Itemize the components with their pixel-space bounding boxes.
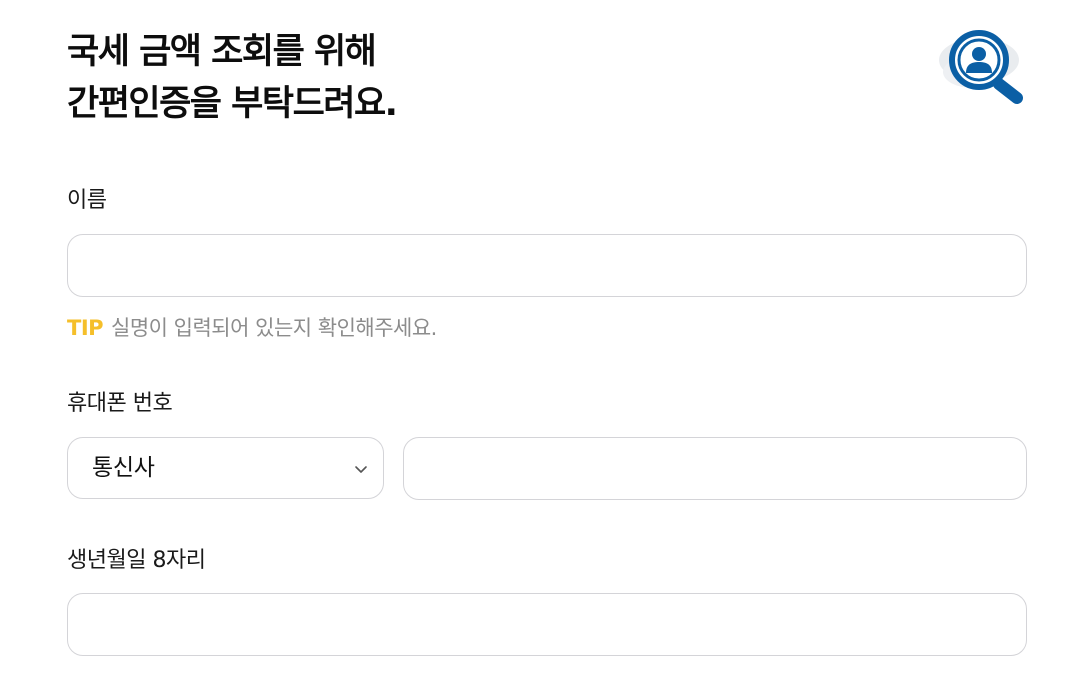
chevron-down-icon bbox=[355, 466, 367, 473]
tip-badge: TIP bbox=[67, 316, 104, 340]
user-search-icon bbox=[937, 28, 1029, 112]
phone-label: 휴대폰 번호 bbox=[67, 391, 173, 416]
carrier-select-value: 통신사 bbox=[92, 455, 155, 481]
page-title-line-1: 국세 금액 조회를 위해 bbox=[67, 32, 377, 72]
name-label: 이름 bbox=[67, 188, 107, 213]
birthdate-label: 생년월일 8자리 bbox=[67, 548, 206, 573]
tip-text: 실명이 입력되어 있는지 확인해주세요. bbox=[111, 316, 437, 340]
page-title-line-2: 간편인증을 부탁드려요. bbox=[67, 84, 398, 124]
page-title: 국세 금액 조회를 위해 간편인증을 부탁드려요. bbox=[67, 26, 398, 130]
birthdate-input[interactable] bbox=[67, 593, 1027, 656]
name-input[interactable] bbox=[67, 234, 1027, 297]
carrier-select[interactable]: 통신사 bbox=[67, 437, 384, 499]
verification-form-page: 국세 금액 조회를 위해 간편인증을 부탁드려요. 이름 TIP 실명이 입력되어… bbox=[67, 0, 1027, 683]
phone-number-input[interactable] bbox=[403, 437, 1027, 500]
tip-message: TIP 실명이 입력되어 있는지 확인해주세요. bbox=[67, 313, 437, 343]
